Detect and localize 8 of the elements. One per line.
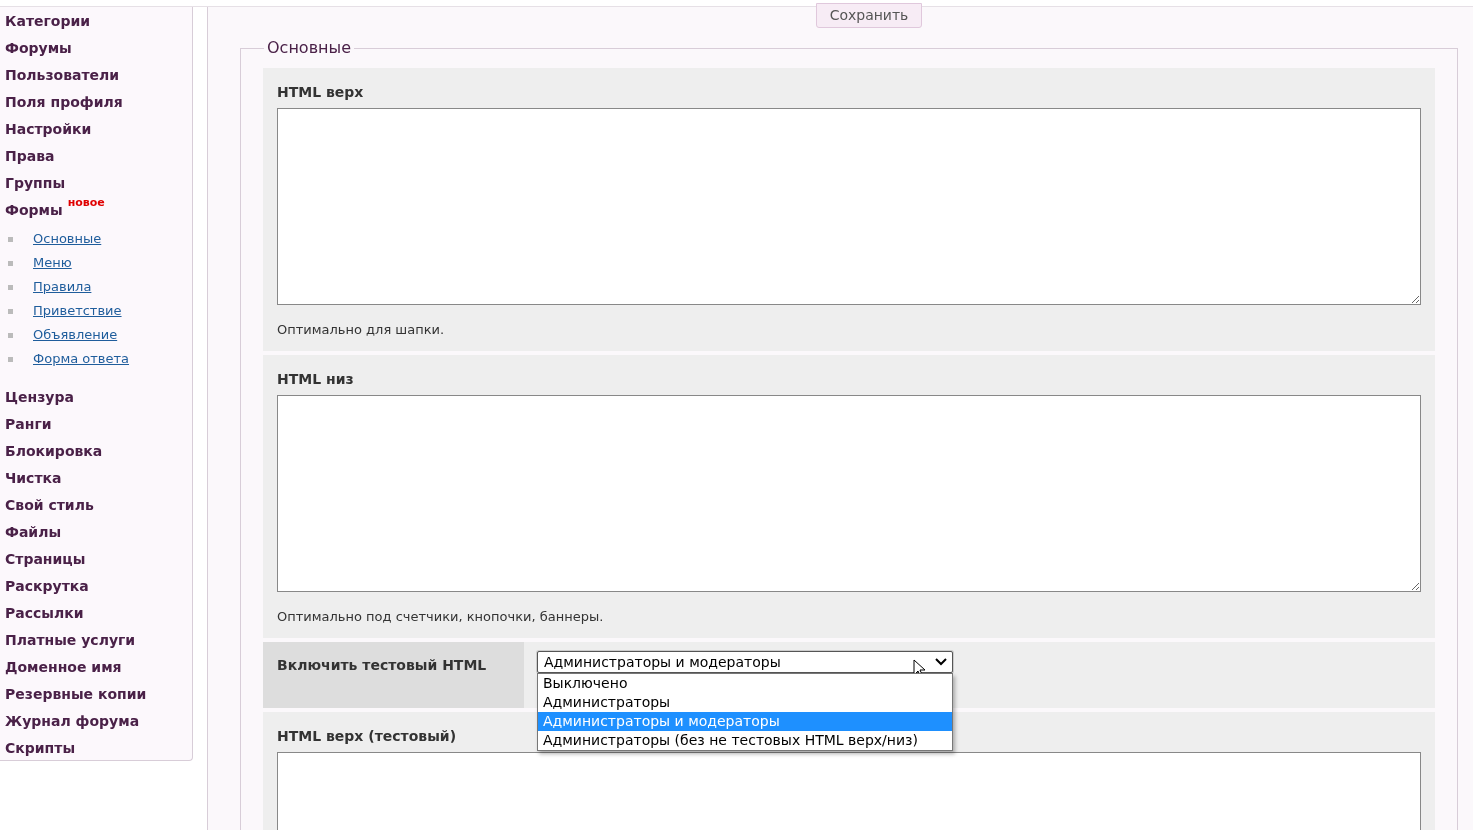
fieldset-legend: Основные [264, 36, 354, 60]
field-label: HTML низ [277, 371, 354, 387]
field-label: Включить тестовый HTML [277, 657, 487, 673]
field-hint: Оптимально под счетчики, кнопочки, баннеры. [277, 609, 604, 624]
field-label: HTML верх (тестовый) [277, 728, 457, 744]
field-label: HTML верх [277, 84, 364, 100]
new-label: новое [67, 196, 105, 210]
field-hint: Оптимально для шапки. [277, 322, 445, 337]
